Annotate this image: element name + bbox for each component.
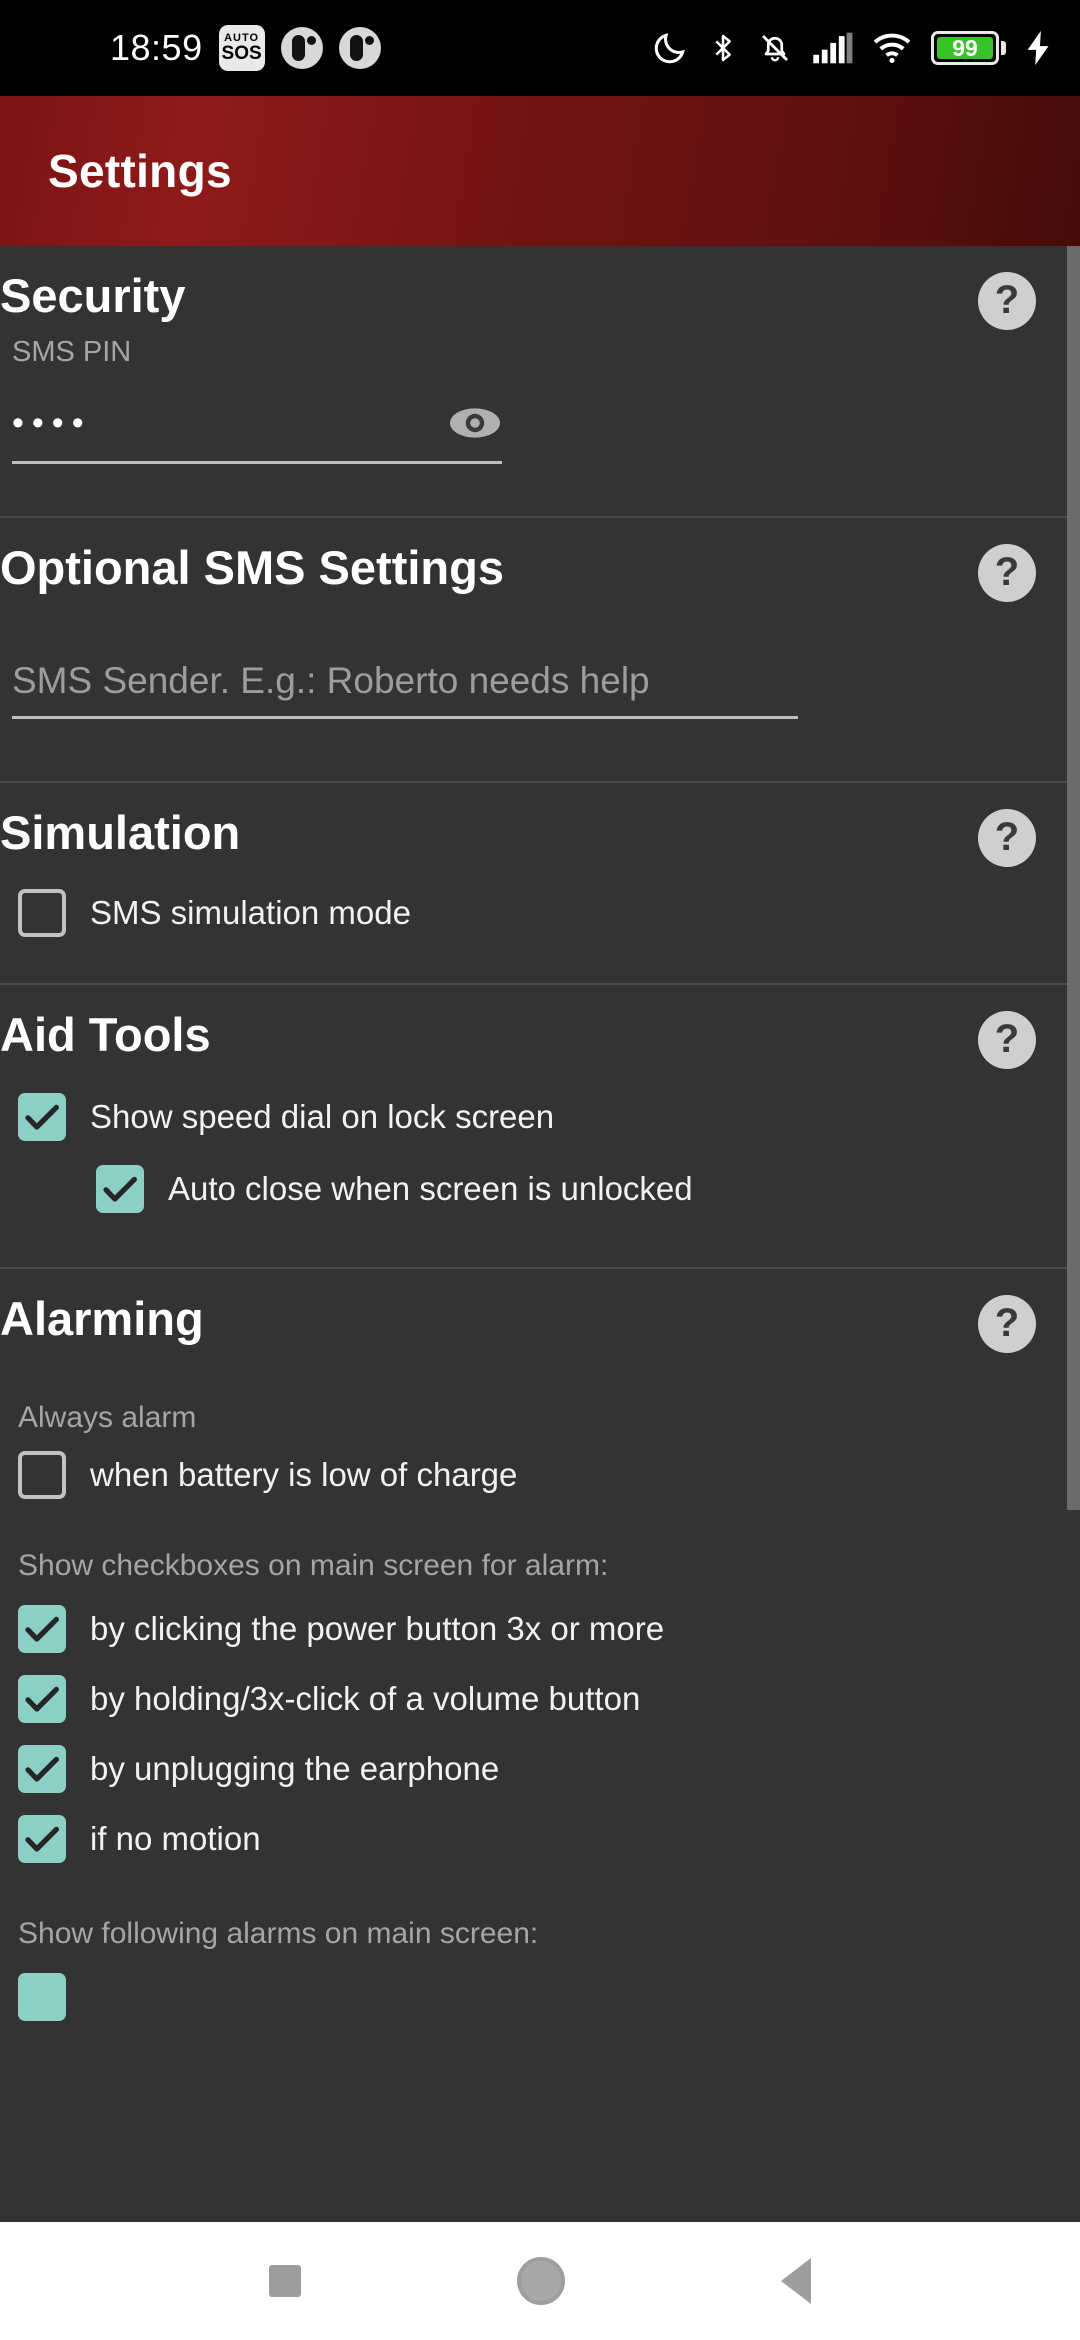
help-icon-alarming[interactable]: ? bbox=[978, 1295, 1036, 1353]
app-notification-icon-2 bbox=[338, 27, 381, 69]
optional-sms-header-row: Optional SMS Settings ? bbox=[0, 518, 1080, 602]
sms-pin-input[interactable]: •••• bbox=[12, 403, 502, 464]
charging-bolt-icon bbox=[1024, 29, 1054, 67]
checkbox-label-power-button: by clicking the power button 3x or more bbox=[90, 1610, 665, 1647]
section-alarming: Alarming ? Always alarm when battery is … bbox=[0, 1269, 1080, 2021]
status-bar-right: 99 bbox=[651, 29, 1054, 67]
status-bar: 18:59 AUTO SOS 99 bbox=[0, 0, 1080, 96]
sms-sender-placeholder: SMS Sender. E.g.: Roberto needs help bbox=[12, 660, 650, 701]
checkbox-battery-low[interactable] bbox=[18, 1451, 66, 1499]
checkbox-row-show-speed-dial[interactable]: Show speed dial on lock screen bbox=[18, 1093, 1080, 1141]
notifications-muted-icon bbox=[757, 29, 793, 67]
section-title-aid-tools: Aid Tools bbox=[0, 1008, 211, 1061]
checkbox-label-sms-simulation-mode: SMS simulation mode bbox=[90, 894, 411, 931]
status-bar-left: 18:59 AUTO SOS bbox=[0, 25, 381, 71]
battery-cap bbox=[1001, 41, 1006, 55]
battery-percent-label: 99 bbox=[937, 37, 993, 60]
sms-pin-value: •••• bbox=[12, 403, 92, 442]
system-navigation-bar bbox=[0, 2222, 1080, 2340]
checkbox-row-no-motion[interactable]: if no motion bbox=[18, 1815, 1080, 1863]
status-bar-clock: 18:59 bbox=[110, 27, 203, 68]
help-icon-security[interactable]: ? bbox=[978, 272, 1036, 330]
security-header-row: Security ? bbox=[0, 246, 1080, 330]
checkbox-row-power-button[interactable]: by clicking the power button 3x or more bbox=[18, 1605, 1080, 1653]
do-not-disturb-moon-icon bbox=[651, 29, 689, 67]
section-title-security: Security bbox=[0, 269, 186, 322]
bluetooth-icon bbox=[707, 29, 739, 67]
section-aid-tools: Aid Tools ? Show speed dial on lock scre… bbox=[0, 985, 1080, 1269]
group-label-show-alarms: Show following alarms on main screen: bbox=[18, 1917, 539, 1950]
auto-sos-bottom-label: SOS bbox=[221, 43, 262, 64]
section-security: Security ? SMS PIN •••• bbox=[0, 246, 1080, 518]
help-icon-simulation[interactable]: ? bbox=[978, 809, 1036, 867]
checkbox-row-volume-button[interactable]: by holding/3x-click of a volume button bbox=[18, 1675, 1080, 1723]
password-visibility-eye-icon[interactable] bbox=[448, 403, 502, 443]
checkbox-label-volume-button: by holding/3x-click of a volume button bbox=[90, 1680, 641, 1717]
phone-screen: 18:59 AUTO SOS 99 Settings Security ? SM… bbox=[0, 0, 1080, 2340]
checkbox-label-show-speed-dial: Show speed dial on lock screen bbox=[90, 1098, 555, 1135]
alarming-header-row: Alarming ? bbox=[0, 1269, 1080, 1353]
help-icon-optional-sms[interactable]: ? bbox=[978, 544, 1036, 602]
checkbox-label-auto-close: Auto close when screen is unlocked bbox=[168, 1170, 693, 1207]
home-circle-icon[interactable] bbox=[517, 2257, 565, 2305]
settings-scroll-container[interactable]: Security ? SMS PIN •••• Optional SMS Set… bbox=[0, 246, 1080, 2222]
checkbox-row-unplug-earphone[interactable]: by unplugging the earphone bbox=[18, 1745, 1080, 1793]
app-notification-icon-1 bbox=[280, 27, 323, 69]
section-title-simulation: Simulation bbox=[0, 806, 241, 859]
section-title-optional-sms: Optional SMS Settings bbox=[0, 541, 504, 594]
wifi-icon bbox=[871, 31, 913, 65]
recents-square-icon[interactable] bbox=[269, 2265, 301, 2297]
page-title: Settings bbox=[48, 145, 232, 197]
aid-tools-header-row: Aid Tools ? bbox=[0, 985, 1080, 1069]
app-title-bar: Settings bbox=[0, 96, 1080, 246]
checkbox-row-battery-low[interactable]: when battery is low of charge bbox=[18, 1451, 1080, 1499]
auto-sos-badge-icon: AUTO SOS bbox=[218, 25, 265, 71]
checkbox-label-unplug-earphone: by unplugging the earphone bbox=[90, 1750, 500, 1787]
checkbox-unplug-earphone[interactable] bbox=[18, 1745, 66, 1793]
cellular-signal-icon bbox=[811, 31, 853, 65]
checkbox-row-auto-close[interactable]: Auto close when screen is unlocked bbox=[96, 1165, 1080, 1213]
checkbox-volume-button[interactable] bbox=[18, 1675, 66, 1723]
vertical-scrollbar[interactable] bbox=[1067, 246, 1080, 1510]
checkbox-row-sms-simulation-mode[interactable]: SMS simulation mode bbox=[18, 889, 1080, 937]
checkbox-auto-close[interactable] bbox=[96, 1165, 144, 1213]
group-label-always-alarm: Always alarm bbox=[18, 1401, 197, 1434]
sms-pin-label: SMS PIN bbox=[12, 336, 132, 368]
checkbox-power-button[interactable] bbox=[18, 1605, 66, 1653]
checkbox-sms-simulation-mode[interactable] bbox=[18, 889, 66, 937]
simulation-header-row: Simulation ? bbox=[0, 783, 1080, 867]
battery-body: 99 bbox=[931, 31, 999, 65]
back-triangle-icon[interactable] bbox=[781, 2258, 811, 2304]
checkbox-partially-visible[interactable] bbox=[18, 1973, 66, 2021]
group-label-show-checkboxes: Show checkboxes on main screen for alarm… bbox=[18, 1549, 609, 1582]
sms-sender-input[interactable]: SMS Sender. E.g.: Roberto needs help bbox=[12, 660, 798, 719]
section-optional-sms-settings: Optional SMS Settings ? SMS Sender. E.g.… bbox=[0, 518, 1080, 783]
checkbox-row-partially-visible[interactable] bbox=[18, 1973, 1080, 2021]
checkbox-show-speed-dial[interactable] bbox=[18, 1093, 66, 1141]
battery-icon: 99 bbox=[931, 31, 1006, 65]
help-icon-aid-tools[interactable]: ? bbox=[978, 1011, 1036, 1069]
checkbox-label-no-motion: if no motion bbox=[90, 1820, 261, 1857]
checkbox-no-motion[interactable] bbox=[18, 1815, 66, 1863]
section-title-alarming: Alarming bbox=[0, 1292, 204, 1345]
section-simulation: Simulation ? SMS simulation mode bbox=[0, 783, 1080, 985]
checkbox-label-battery-low: when battery is low of charge bbox=[90, 1456, 518, 1493]
